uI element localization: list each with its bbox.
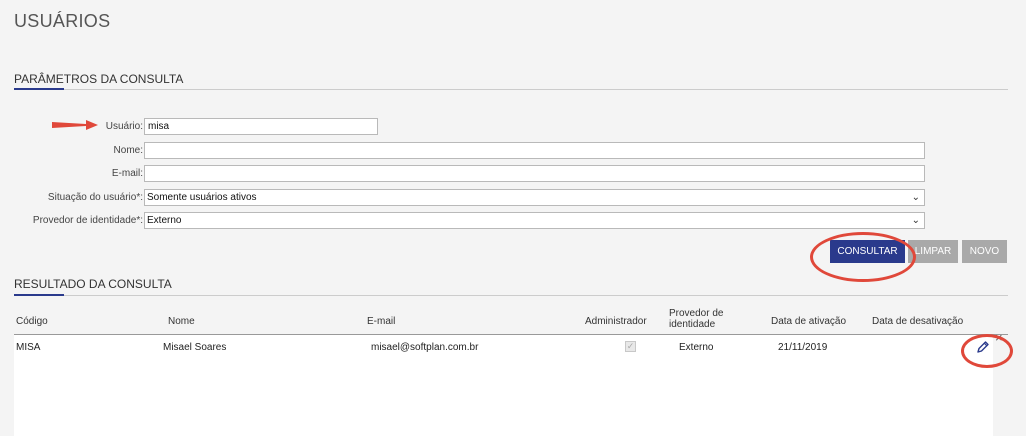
row-codigo: MISA (16, 342, 41, 353)
col-email[interactable]: E-mail (367, 316, 395, 327)
provedor-label: Provedor de identidade*: (32, 214, 143, 226)
usuario-label: Usuário: (105, 120, 143, 132)
email-row: E-mail: (0, 164, 925, 182)
col-provedor[interactable]: Provedor de identidade (669, 308, 723, 330)
chevron-down-icon: ⌄ (911, 191, 920, 203)
results-header-divider (14, 334, 1008, 335)
page-title: USUÁRIOS (14, 11, 111, 31)
situacao-label: Situação do usuário*: (47, 191, 143, 203)
row-provedor: Externo (679, 342, 714, 353)
nome-input[interactable] (144, 141, 925, 159)
edit-highlight-circle (961, 334, 1013, 368)
chevron-down-icon: ⌄ (911, 214, 920, 226)
situacao-select[interactable]: Somente usuários ativos ⌄ (144, 188, 925, 206)
administrador-checkbox[interactable]: ✓ (625, 341, 636, 352)
col-codigo[interactable]: Código (16, 316, 48, 327)
col-administrador[interactable]: Administrador (585, 316, 647, 327)
col-nome[interactable]: Nome (168, 316, 195, 327)
usuario-row: Usuário: (0, 117, 378, 135)
row-data-ativacao: 21/11/2019 (778, 342, 828, 353)
results-section-title: RESULTADO DA CONSULTA (14, 277, 172, 291)
params-section-title: PARÂMETROS DA CONSULTA (14, 72, 184, 86)
results-section-divider (14, 295, 1008, 296)
provedor-select[interactable]: Externo ⌄ (144, 211, 925, 229)
col-data-ativacao[interactable]: Data de ativação (771, 316, 846, 327)
col-provedor-line1: Provedor de (669, 308, 724, 319)
situacao-selected-value: Somente usuários ativos (147, 191, 257, 203)
results-section-accent (14, 294, 64, 296)
results-table-body (14, 335, 993, 436)
row-nome: Misael Soares (163, 342, 227, 353)
consultar-highlight-circle (810, 232, 916, 282)
nome-label: Nome: (113, 144, 143, 156)
col-provedor-line2: identidade (669, 319, 716, 330)
provedor-selected-value: Externo (147, 214, 182, 226)
params-section-accent (14, 88, 64, 90)
novo-button[interactable]: NOVO (962, 240, 1007, 263)
nome-row: Nome: (0, 141, 925, 159)
usuario-input[interactable] (144, 117, 378, 135)
params-section-divider (14, 89, 1008, 90)
email-label: E-mail: (111, 167, 143, 179)
row-email: misael@softplan.com.br (371, 342, 479, 353)
col-data-desativacao[interactable]: Data de desativação (872, 316, 963, 327)
email-input[interactable] (144, 164, 925, 182)
results-table-header: Código Nome E-mail Administrador Provedo… (14, 306, 1008, 334)
provedor-row: Provedor de identidade*: Externo ⌄ (0, 211, 925, 229)
situacao-row: Situação do usuário*: Somente usuários a… (0, 188, 925, 206)
